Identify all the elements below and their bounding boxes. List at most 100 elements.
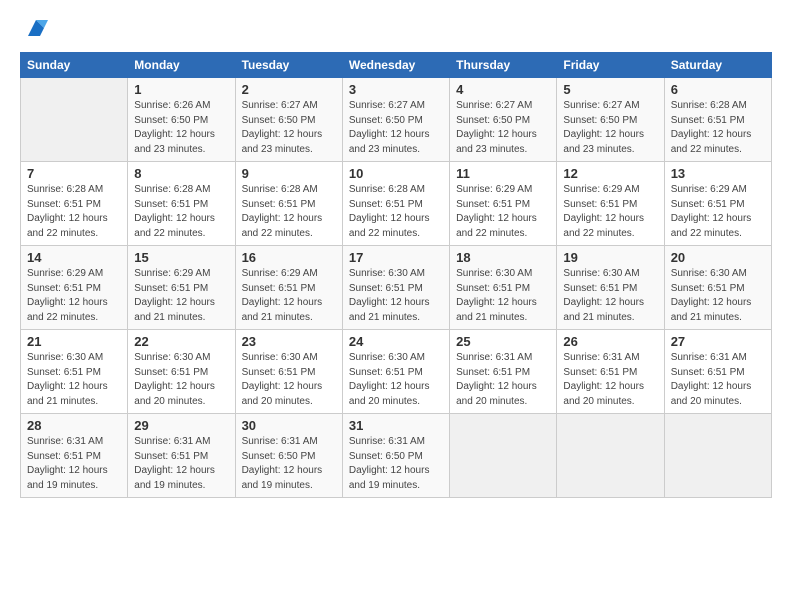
day-info: Sunrise: 6:29 AM Sunset: 6:51 PM Dayligh…	[27, 267, 121, 325]
day-info: Sunrise: 6:28 AM Sunset: 6:51 PM Dayligh…	[242, 183, 336, 241]
calendar-cell: 8Sunrise: 6:28 AM Sunset: 6:51 PM Daylig…	[128, 162, 235, 246]
day-number: 14	[27, 250, 121, 265]
day-number: 3	[349, 82, 443, 97]
calendar-cell: 13 Sunrise: 6:29 AM Sunset: 6:51 PM Dayli…	[664, 162, 771, 246]
calendar-cell: 14 Sunrise: 6:29 AM Sunset: 6:51 PM Dayli…	[21, 246, 128, 330]
calendar-cell: 31 Sunrise: 6:31 AM Sunset: 6:50 PM Dayli…	[342, 414, 449, 498]
day-info: Sunrise: 6:29 AM Sunset: 6:51 PM Dayligh…	[563, 183, 657, 241]
day-info: Sunrise: 6:28 AM Sunset: 6:51 PM Dayligh…	[27, 183, 121, 241]
day-info: Sunrise: 6:28 AM Sunset: 6:51 PM Dayligh…	[349, 183, 443, 241]
day-number: 13	[671, 166, 765, 181]
day-info: Sunrise: 6:30 AM Sunset: 6:51 PM Dayligh…	[456, 267, 550, 325]
day-number: 21	[27, 334, 121, 349]
week-row-3: 14 Sunrise: 6:29 AM Sunset: 6:51 PM Dayli…	[21, 246, 772, 330]
calendar-cell: 30Sunrise: 6:31 AM Sunset: 6:50 PM Dayli…	[235, 414, 342, 498]
calendar-cell: 16 Sunrise: 6:29 AM Sunset: 6:51 PM Dayli…	[235, 246, 342, 330]
header	[20, 16, 772, 40]
calendar-cell: 23 Sunrise: 6:30 AM Sunset: 6:51 PM Dayli…	[235, 330, 342, 414]
day-info: Sunrise: 6:30 AM Sunset: 6:51 PM Dayligh…	[349, 351, 443, 409]
calendar-cell: 15 Sunrise: 6:29 AM Sunset: 6:51 PM Dayli…	[128, 246, 235, 330]
calendar-cell: 5 Sunrise: 6:27 AM Sunset: 6:50 PM Daylig…	[557, 78, 664, 162]
day-number: 12	[563, 166, 657, 181]
day-info: Sunrise: 6:29 AM Sunset: 6:51 PM Dayligh…	[242, 267, 336, 325]
calendar-cell: 12 Sunrise: 6:29 AM Sunset: 6:51 PM Dayli…	[557, 162, 664, 246]
day-number: 22	[134, 334, 228, 349]
day-info: Sunrise: 6:30 AM Sunset: 6:51 PM Dayligh…	[563, 267, 657, 325]
day-number: 2	[242, 82, 336, 97]
day-header-saturday: Saturday	[664, 53, 771, 78]
calendar-cell: 7Sunrise: 6:28 AM Sunset: 6:51 PM Daylig…	[21, 162, 128, 246]
day-info: Sunrise: 6:31 AM Sunset: 6:50 PM Dayligh…	[242, 435, 336, 493]
day-number: 8	[134, 166, 228, 181]
calendar-cell: 27Sunrise: 6:31 AM Sunset: 6:51 PM Dayli…	[664, 330, 771, 414]
logo-icon	[24, 16, 48, 40]
calendar-cell: 24 Sunrise: 6:30 AM Sunset: 6:51 PM Dayli…	[342, 330, 449, 414]
calendar-cell: 11 Sunrise: 6:29 AM Sunset: 6:51 PM Dayli…	[450, 162, 557, 246]
day-header-sunday: Sunday	[21, 53, 128, 78]
day-info: Sunrise: 6:31 AM Sunset: 6:51 PM Dayligh…	[563, 351, 657, 409]
day-info: Sunrise: 6:29 AM Sunset: 6:51 PM Dayligh…	[456, 183, 550, 241]
day-info: Sunrise: 6:27 AM Sunset: 6:50 PM Dayligh…	[349, 99, 443, 157]
day-info: Sunrise: 6:31 AM Sunset: 6:51 PM Dayligh…	[134, 435, 228, 493]
calendar-cell: 22 Sunrise: 6:30 AM Sunset: 6:51 PM Dayli…	[128, 330, 235, 414]
calendar-cell	[450, 414, 557, 498]
day-header-friday: Friday	[557, 53, 664, 78]
day-info: Sunrise: 6:30 AM Sunset: 6:51 PM Dayligh…	[349, 267, 443, 325]
day-info: Sunrise: 6:28 AM Sunset: 6:51 PM Dayligh…	[671, 99, 765, 157]
day-number: 10	[349, 166, 443, 181]
day-info: Sunrise: 6:29 AM Sunset: 6:51 PM Dayligh…	[134, 267, 228, 325]
day-info: Sunrise: 6:30 AM Sunset: 6:51 PM Dayligh…	[134, 351, 228, 409]
calendar-cell: 26 Sunrise: 6:31 AM Sunset: 6:51 PM Dayli…	[557, 330, 664, 414]
day-number: 16	[242, 250, 336, 265]
week-row-2: 7Sunrise: 6:28 AM Sunset: 6:51 PM Daylig…	[21, 162, 772, 246]
day-number: 26	[563, 334, 657, 349]
day-number: 17	[349, 250, 443, 265]
calendar-cell: 29 Sunrise: 6:31 AM Sunset: 6:51 PM Dayli…	[128, 414, 235, 498]
calendar-cell: 20Sunrise: 6:30 AM Sunset: 6:51 PM Dayli…	[664, 246, 771, 330]
calendar-cell: 6 Sunrise: 6:28 AM Sunset: 6:51 PM Daylig…	[664, 78, 771, 162]
day-number: 6	[671, 82, 765, 97]
day-number: 11	[456, 166, 550, 181]
calendar-table: SundayMondayTuesdayWednesdayThursdayFrid…	[20, 52, 772, 498]
day-info: Sunrise: 6:30 AM Sunset: 6:51 PM Dayligh…	[242, 351, 336, 409]
calendar-cell: 3 Sunrise: 6:27 AM Sunset: 6:50 PM Daylig…	[342, 78, 449, 162]
week-row-1: 1Sunrise: 6:26 AM Sunset: 6:50 PM Daylig…	[21, 78, 772, 162]
calendar-page: SundayMondayTuesdayWednesdayThursdayFrid…	[0, 0, 792, 612]
day-number: 5	[563, 82, 657, 97]
calendar-cell: 28 Sunrise: 6:31 AM Sunset: 6:51 PM Dayli…	[21, 414, 128, 498]
calendar-cell: 19Sunrise: 6:30 AM Sunset: 6:51 PM Dayli…	[557, 246, 664, 330]
day-number: 24	[349, 334, 443, 349]
day-header-wednesday: Wednesday	[342, 53, 449, 78]
day-info: Sunrise: 6:30 AM Sunset: 6:51 PM Dayligh…	[27, 351, 121, 409]
day-number: 31	[349, 418, 443, 433]
day-header-tuesday: Tuesday	[235, 53, 342, 78]
calendar-cell: 2Sunrise: 6:27 AM Sunset: 6:50 PM Daylig…	[235, 78, 342, 162]
calendar-cell: 4Sunrise: 6:27 AM Sunset: 6:50 PM Daylig…	[450, 78, 557, 162]
day-info: Sunrise: 6:29 AM Sunset: 6:51 PM Dayligh…	[671, 183, 765, 241]
day-number: 28	[27, 418, 121, 433]
calendar-cell	[664, 414, 771, 498]
calendar-cell	[557, 414, 664, 498]
calendar-cell: 18Sunrise: 6:30 AM Sunset: 6:51 PM Dayli…	[450, 246, 557, 330]
day-header-monday: Monday	[128, 53, 235, 78]
day-header-thursday: Thursday	[450, 53, 557, 78]
day-info: Sunrise: 6:31 AM Sunset: 6:51 PM Dayligh…	[27, 435, 121, 493]
day-number: 23	[242, 334, 336, 349]
day-number: 29	[134, 418, 228, 433]
day-info: Sunrise: 6:31 AM Sunset: 6:50 PM Dayligh…	[349, 435, 443, 493]
calendar-cell: 21 Sunrise: 6:30 AM Sunset: 6:51 PM Dayli…	[21, 330, 128, 414]
calendar-cell: 25Sunrise: 6:31 AM Sunset: 6:51 PM Dayli…	[450, 330, 557, 414]
day-number: 27	[671, 334, 765, 349]
calendar-cell	[21, 78, 128, 162]
day-number: 20	[671, 250, 765, 265]
calendar-cell: 9 Sunrise: 6:28 AM Sunset: 6:51 PM Daylig…	[235, 162, 342, 246]
day-number: 4	[456, 82, 550, 97]
calendar-cell: 1Sunrise: 6:26 AM Sunset: 6:50 PM Daylig…	[128, 78, 235, 162]
day-info: Sunrise: 6:27 AM Sunset: 6:50 PM Dayligh…	[563, 99, 657, 157]
day-info: Sunrise: 6:26 AM Sunset: 6:50 PM Dayligh…	[134, 99, 228, 157]
calendar-cell: 17 Sunrise: 6:30 AM Sunset: 6:51 PM Dayli…	[342, 246, 449, 330]
day-number: 15	[134, 250, 228, 265]
day-info: Sunrise: 6:31 AM Sunset: 6:51 PM Dayligh…	[456, 351, 550, 409]
day-number: 9	[242, 166, 336, 181]
week-row-4: 21 Sunrise: 6:30 AM Sunset: 6:51 PM Dayli…	[21, 330, 772, 414]
